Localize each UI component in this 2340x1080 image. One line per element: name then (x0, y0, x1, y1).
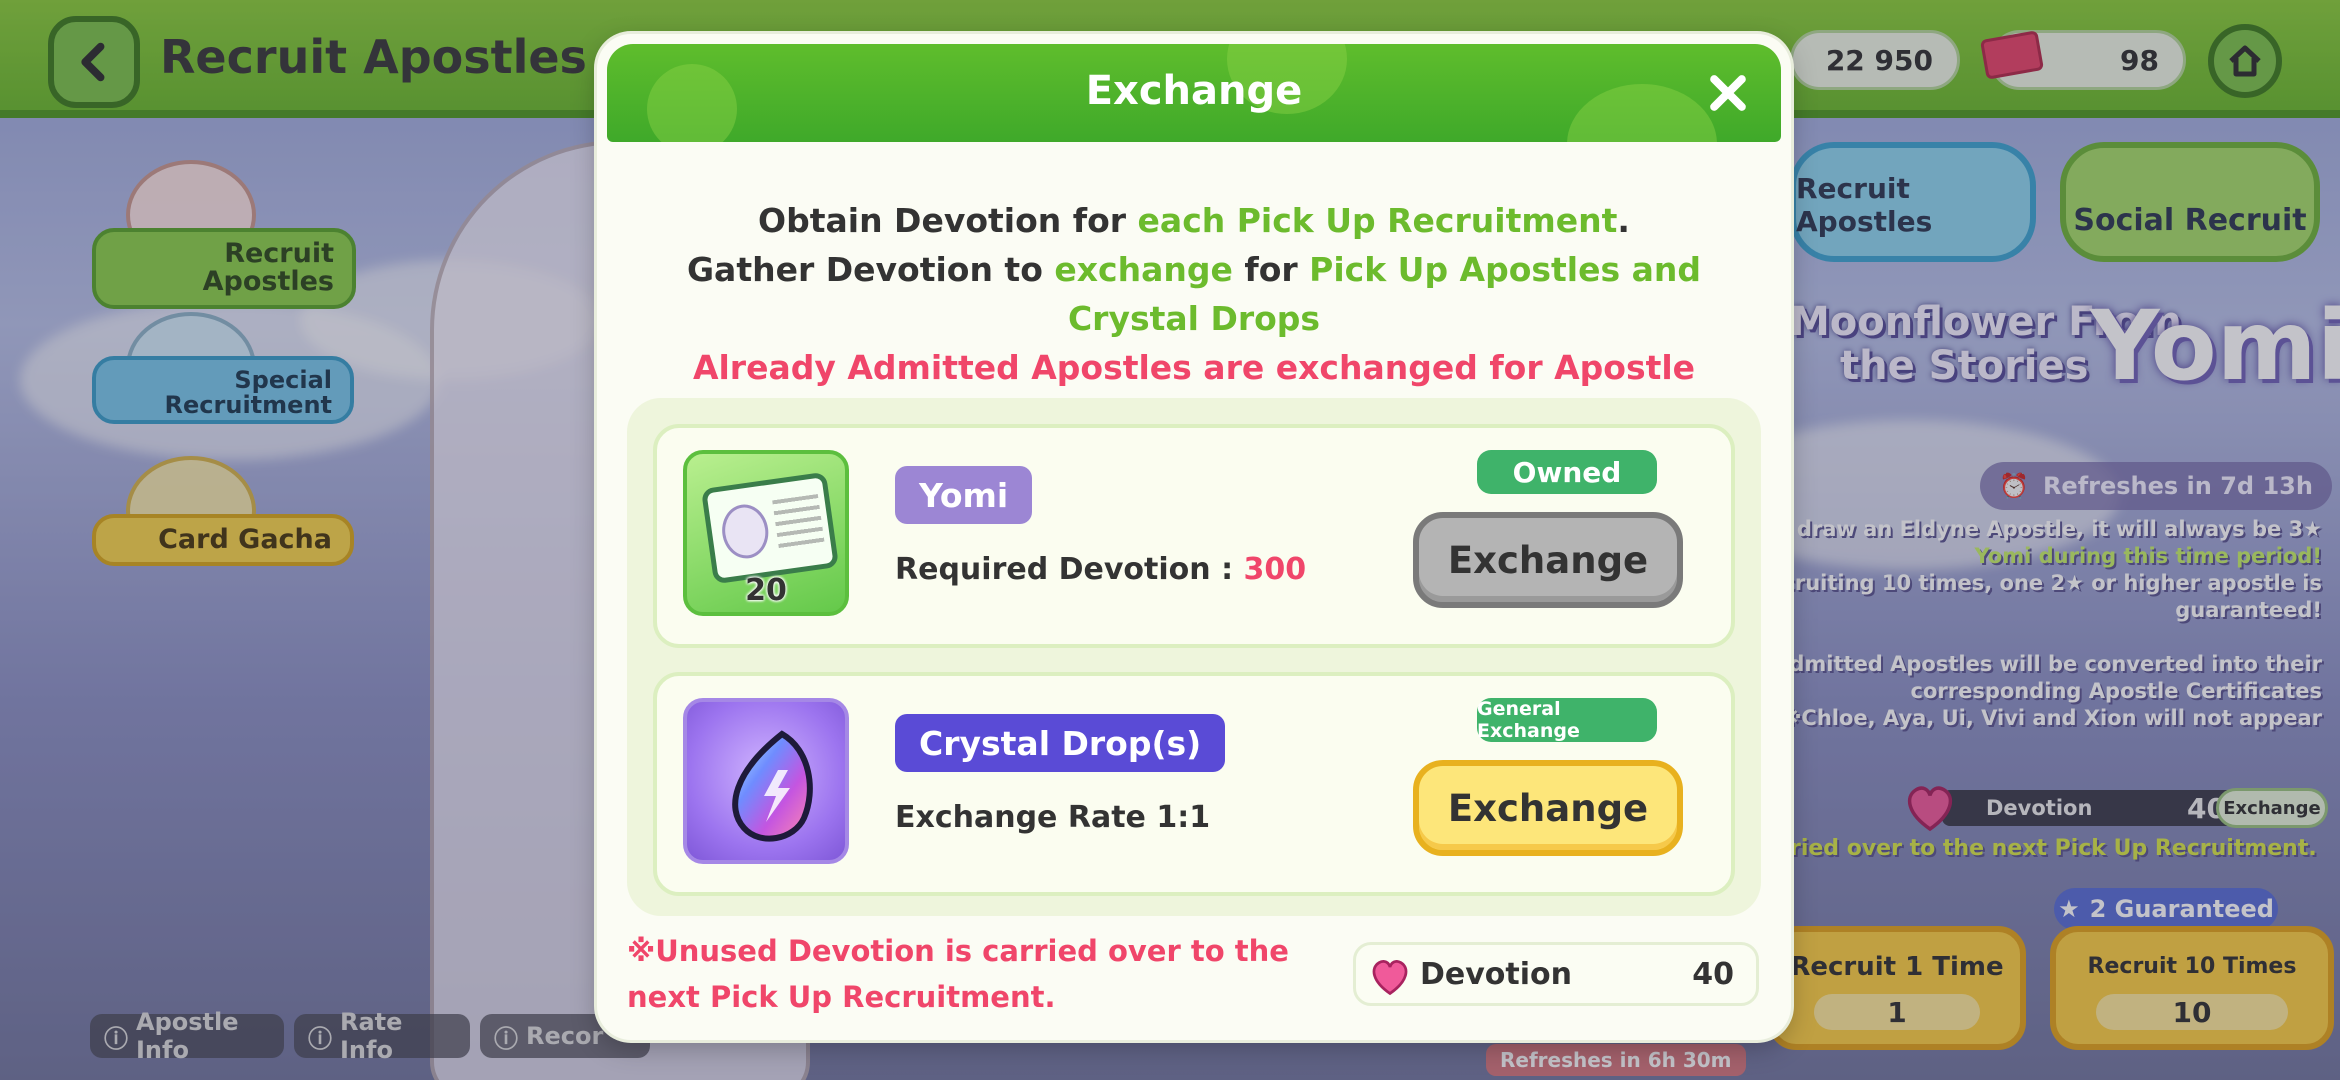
exchange-button-yomi[interactable]: Exchange (1413, 512, 1683, 608)
crystal-art (732, 730, 813, 842)
desc-line-2: Gather Devotion to exchange for Pick Up … (617, 245, 1771, 343)
card-art (700, 471, 840, 585)
desc-text: . (1617, 201, 1630, 240)
required-devotion: Required Devotion : 300 (895, 552, 1306, 587)
desc-line-1: Obtain Devotion for each Pick Up Recruit… (617, 196, 1771, 245)
desc-highlight: each Pick Up Recruitment (1137, 201, 1618, 240)
required-devotion-label: Required Devotion : (895, 552, 1244, 587)
exchange-list: 20 Yomi Required Devotion : 300 Owned Ex… (627, 398, 1761, 916)
desc-text: Gather Devotion to (686, 250, 1055, 289)
devotion-counter: Devotion 40 (1353, 942, 1759, 1006)
devotion-value: 40 (1692, 956, 1734, 992)
item-count: 20 (745, 573, 787, 608)
desc-text: for (1232, 250, 1310, 289)
desc-highlight: exchange (1054, 250, 1233, 289)
general-exchange-badge: General Exchange (1477, 698, 1657, 742)
modal-title: Exchange (1085, 68, 1303, 114)
heart-icon (1372, 960, 1408, 996)
exchange-item-crystal: Crystal Drop(s) Exchange Rate 1:1 Genera… (653, 672, 1735, 896)
item-name: Crystal Drop(s) (895, 714, 1226, 772)
required-devotion-value: 300 (1243, 552, 1307, 587)
apostle-card-icon: 20 (683, 450, 849, 616)
crystal-drop-icon (683, 698, 849, 864)
item-name: Yomi (895, 466, 1033, 524)
close-icon (1710, 75, 1746, 111)
devotion-label: Devotion (1420, 956, 1573, 992)
exchange-button-crystal[interactable]: Exchange (1413, 760, 1683, 856)
modal-header: Exchange (607, 44, 1781, 142)
exchange-item-yomi: 20 Yomi Required Devotion : 300 Owned Ex… (653, 424, 1735, 648)
owned-badge: Owned (1477, 450, 1657, 494)
desc-text: Obtain Devotion for (758, 201, 1138, 240)
unused-devotion-note: ※Unused Devotion is carried over to the … (627, 934, 1289, 1014)
exchange-modal: Exchange Obtain Devotion for each Pick U… (597, 34, 1791, 1040)
exchange-rate: Exchange Rate 1:1 (895, 800, 1211, 835)
close-button[interactable] (1701, 66, 1755, 120)
